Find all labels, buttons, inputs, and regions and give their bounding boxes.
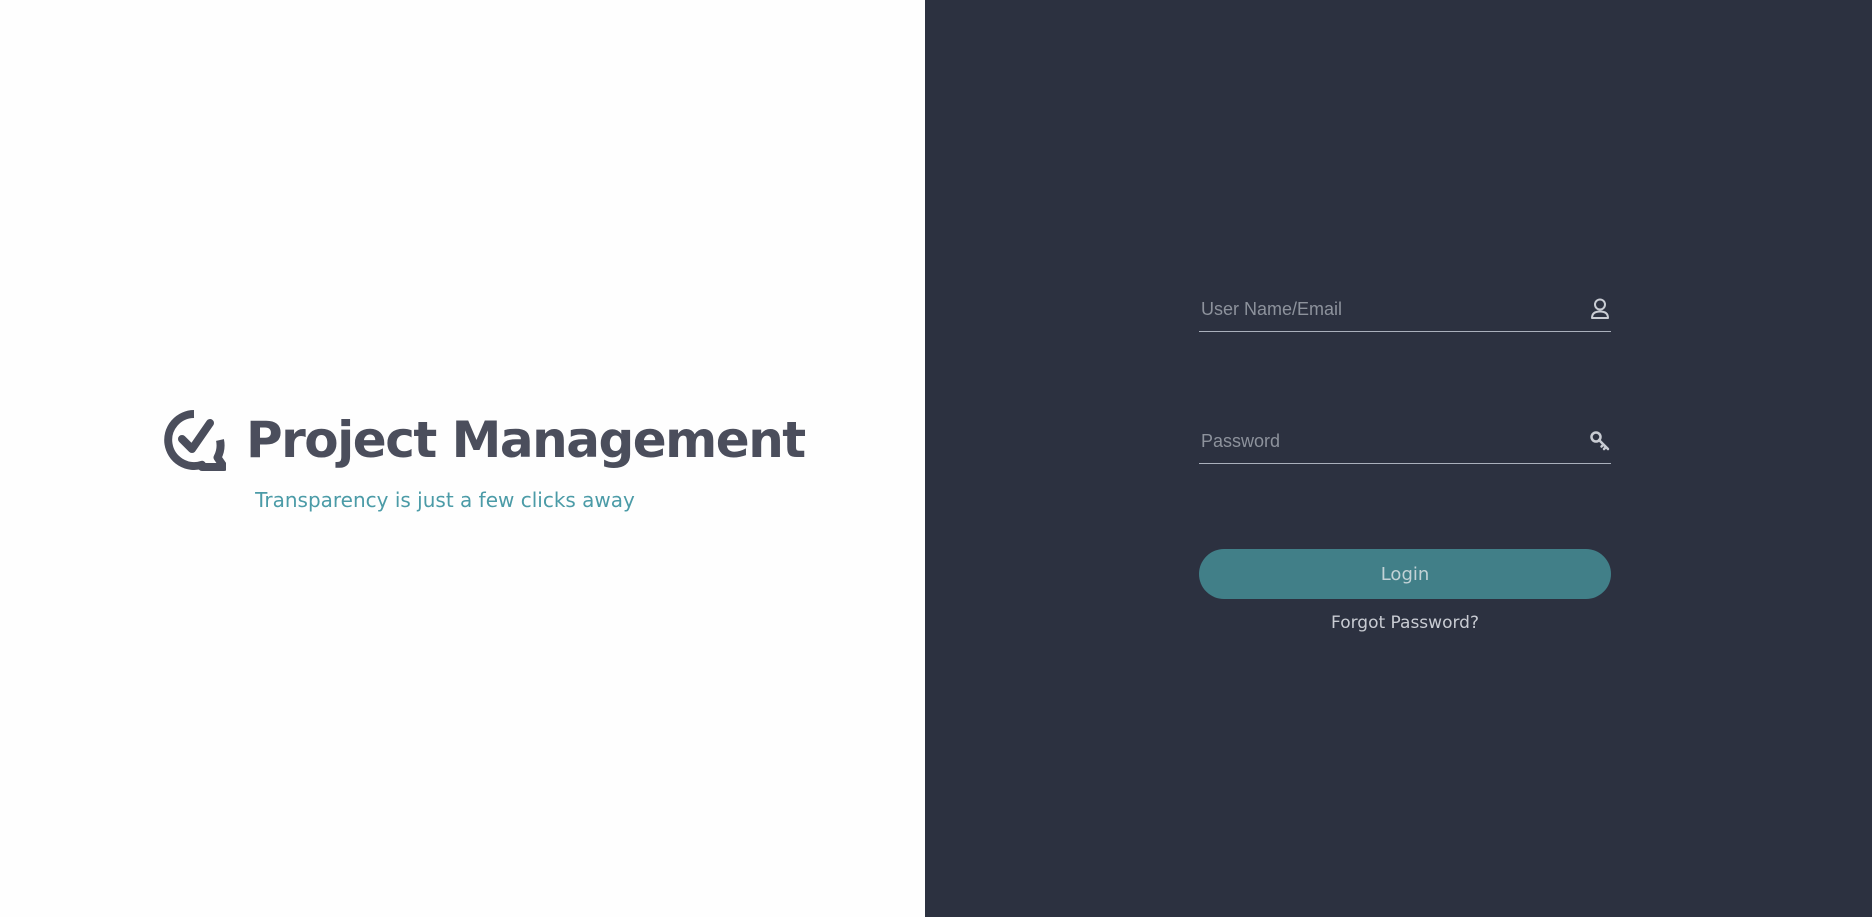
brand-lockup: Project Management [162,408,806,472]
forgot-password-link[interactable]: Forgot Password? [1199,613,1611,633]
check-bubble-icon [164,410,226,471]
branding-panel: Project Management Transparency is just … [0,0,925,917]
username-field [1199,289,1611,332]
login-page: Project Management Transparency is just … [0,0,1872,917]
tagline: Transparency is just a few clicks away [255,488,635,512]
username-input[interactable] [1201,289,1561,329]
user-icon [1591,298,1609,319]
key-icon [1590,431,1610,451]
brand-title: Project Management [246,411,806,469]
login-button[interactable]: Login [1199,549,1611,599]
password-field [1199,421,1611,464]
password-input[interactable] [1201,421,1561,461]
